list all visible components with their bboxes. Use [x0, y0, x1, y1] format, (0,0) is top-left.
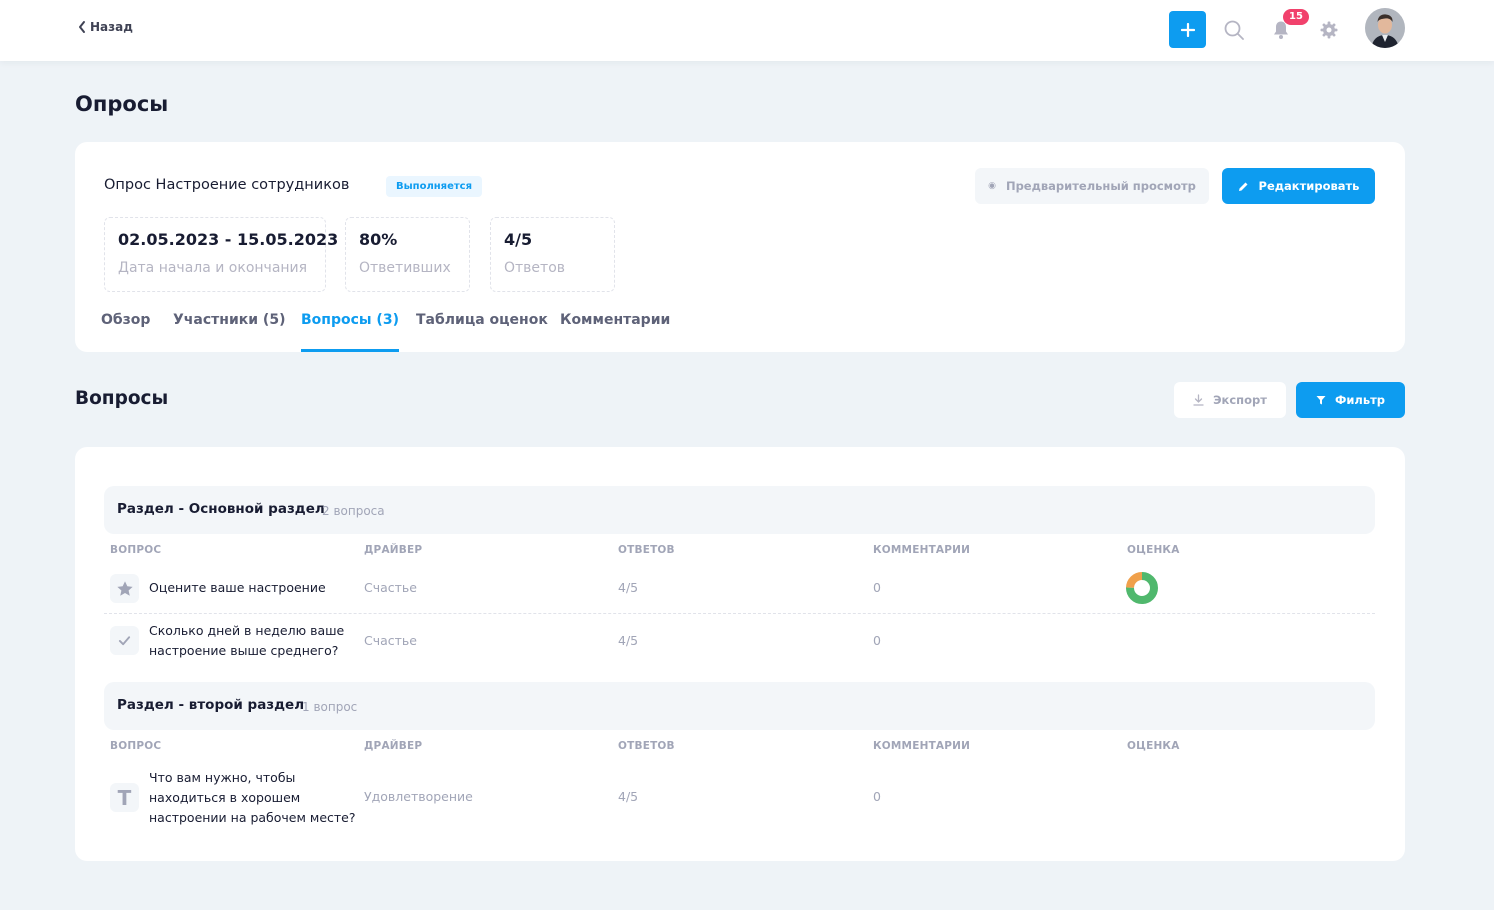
- stat-answers: 4/5 Ответов: [490, 217, 615, 292]
- question-driver: Удовлетворение: [364, 789, 473, 804]
- section-name: Раздел - Основной раздел: [117, 501, 325, 517]
- eye-icon: ◉: [988, 181, 996, 191]
- question-row[interactable]: T Что вам нужно, чтобы находиться в хоро…: [104, 765, 1375, 831]
- survey-name: Опрос Настроение сотрудников: [104, 177, 350, 193]
- questions-title: Вопросы: [75, 388, 169, 409]
- text-icon: T: [110, 783, 139, 812]
- preview-label: Предварительный просмотр: [1005, 179, 1196, 193]
- column-header-answers: Ответов: [618, 544, 675, 556]
- stat-value: 4/5: [504, 230, 533, 249]
- column-header-driver: Драйвер: [364, 740, 423, 752]
- stat-label: Дата начала и окончания: [118, 260, 308, 276]
- column-header-question: Вопрос: [110, 740, 162, 752]
- section-name: Раздел - второй раздел: [117, 697, 305, 713]
- tab-questions[interactable]: Вопросы (3): [301, 312, 399, 352]
- score-donut-chart: [1126, 572, 1158, 604]
- back-link[interactable]: Назад: [77, 20, 133, 34]
- question-answers: 4/5: [618, 789, 639, 804]
- back-label: Назад: [90, 20, 133, 34]
- star-icon: [110, 574, 139, 603]
- questions-card: Раздел - Основной раздел 2 вопроса Вопро…: [75, 447, 1405, 861]
- section-header: Раздел - второй раздел 1 вопрос: [104, 682, 1375, 730]
- add-button[interactable]: [1169, 11, 1206, 48]
- question-answers: 4/5: [618, 580, 639, 595]
- column-header-driver: Драйвер: [364, 544, 423, 556]
- column-header-answers: Ответов: [618, 740, 675, 752]
- section-question-count: 2 вопроса: [322, 504, 385, 518]
- filter-icon: [1316, 396, 1326, 405]
- filter-button[interactable]: Фильтр: [1296, 382, 1405, 418]
- avatar[interactable]: [1365, 8, 1405, 48]
- stat-dates: 02.05.2023 - 15.05.2023 Дата начала и ок…: [104, 217, 339, 292]
- user-photo: [1365, 8, 1405, 48]
- preview-button[interactable]: ◉ Предварительный просмотр: [975, 168, 1209, 204]
- question-driver: Счастье: [364, 580, 417, 595]
- column-header-score: Оценка: [1127, 544, 1180, 556]
- section-header: Раздел - Основной раздел 2 вопроса: [104, 486, 1375, 534]
- stat-value: 02.05.2023 - 15.05.2023: [118, 230, 339, 249]
- export-label: Экспорт: [1213, 393, 1267, 407]
- plus-icon: [1180, 22, 1195, 37]
- gear-icon[interactable]: [1320, 21, 1338, 39]
- stat-value: 80%: [359, 230, 398, 249]
- question-text: Сколько дней в неделю ваше настроение вы…: [149, 623, 345, 658]
- status-badge: Выполняется: [386, 176, 483, 197]
- tab-participants[interactable]: Участники (5): [173, 312, 285, 352]
- top-bar: Назад 15: [0, 0, 1494, 61]
- question-comments: 0: [873, 580, 881, 595]
- column-header-comments: Комментарии: [873, 544, 971, 556]
- tab-score-table[interactable]: Таблица оценок: [416, 312, 548, 352]
- search-icon[interactable]: [1224, 20, 1244, 40]
- page-title: Опросы: [75, 92, 169, 116]
- stat-label: Ответивших: [359, 260, 451, 276]
- question-comments: 0: [873, 633, 881, 648]
- question-driver: Счастье: [364, 633, 417, 648]
- section-question-count: 1 вопрос: [302, 700, 358, 714]
- check-icon: [110, 626, 139, 655]
- edit-button[interactable]: Редактировать: [1222, 168, 1375, 204]
- question-row[interactable]: Сколько дней в неделю ваше настроение вы…: [104, 615, 1375, 667]
- chevron-left-icon: [79, 21, 85, 33]
- question-comments: 0: [873, 789, 881, 804]
- question-text: Что вам нужно, чтобы находиться в хороше…: [149, 770, 356, 825]
- tab-comments[interactable]: Комментарии: [560, 312, 670, 352]
- survey-card: Опрос Настроение сотрудников Выполняется…: [75, 142, 1405, 352]
- tab-overview[interactable]: Обзор: [101, 312, 150, 352]
- notification-badge: 15: [1283, 9, 1309, 25]
- column-header-score: Оценка: [1127, 740, 1180, 752]
- stat-respondents: 80% Ответивших: [345, 217, 470, 292]
- export-button[interactable]: Экспорт: [1174, 382, 1286, 418]
- download-icon: [1193, 394, 1204, 406]
- pencil-icon: [1238, 182, 1248, 191]
- question-row[interactable]: Оцените ваше настроение Счастье 4/5 0: [104, 565, 1375, 614]
- question-answers: 4/5: [618, 633, 639, 648]
- column-header-comments: Комментарии: [873, 740, 971, 752]
- edit-label: Редактировать: [1258, 179, 1360, 193]
- column-header-question: Вопрос: [110, 544, 162, 556]
- question-text: Оцените ваше настроение: [149, 580, 326, 595]
- stat-label: Ответов: [504, 260, 566, 276]
- filter-label: Фильтр: [1334, 393, 1386, 407]
